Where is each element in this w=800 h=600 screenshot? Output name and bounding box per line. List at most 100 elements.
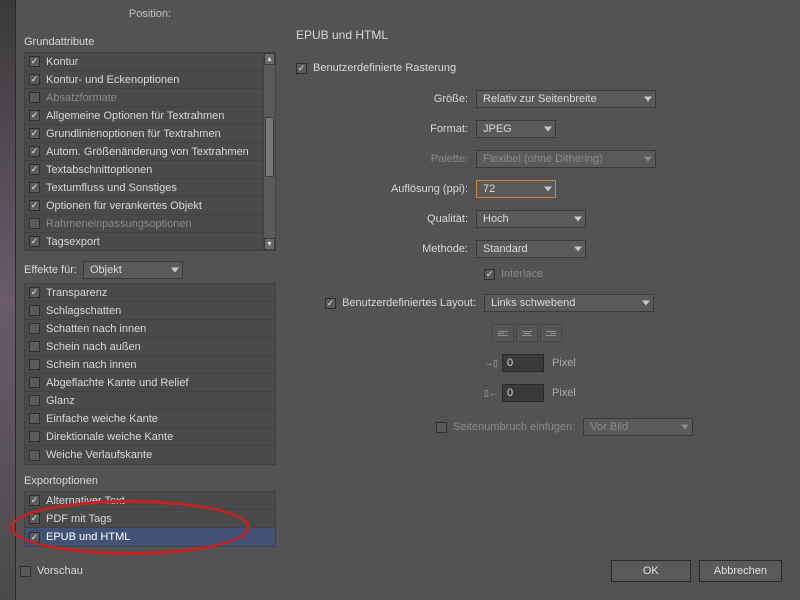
list-item-checkbox[interactable] (29, 287, 40, 298)
effekte-dropdown[interactable]: Objekt (83, 261, 183, 279)
scroll-thumb[interactable] (265, 117, 274, 177)
resolution-dropdown[interactable]: 72 (476, 180, 556, 198)
list-item-checkbox[interactable] (29, 110, 40, 121)
pagebreak-value: Vor Bild (590, 421, 628, 433)
layout-dropdown[interactable]: Links schwebend (484, 294, 654, 312)
layout-checkbox[interactable] (325, 298, 336, 309)
list-item[interactable]: Tagsexport (25, 233, 263, 251)
list-item-checkbox[interactable] (29, 146, 40, 157)
list-item-label: Schein nach außen (46, 341, 141, 353)
quality-dropdown[interactable]: Hoch (476, 210, 586, 228)
list-item-checkbox[interactable] (29, 377, 40, 388)
position-label: Position: (24, 8, 276, 20)
align-center-button (516, 324, 538, 342)
format-value: JPEG (483, 123, 512, 135)
list-item-label: Direktionale weiche Kante (46, 431, 173, 443)
list-item-label: Rahmeneinpassungsoptionen (46, 218, 192, 230)
rasterung-checkbox-row[interactable]: Benutzerdefinierte Rasterung (296, 62, 790, 74)
list-item-checkbox[interactable] (29, 532, 40, 543)
list-item-label: Transparenz (46, 287, 107, 299)
list-item[interactable]: Weiche Verlaufskante (25, 446, 275, 464)
list-item[interactable]: Abgeflachte Kante und Relief (25, 374, 275, 392)
list-item-checkbox[interactable] (29, 431, 40, 442)
list-item-checkbox[interactable] (29, 128, 40, 139)
interlace-checkbox-row: Interlace (484, 268, 790, 280)
list-item-checkbox[interactable] (29, 218, 40, 229)
pixel-label: Pixel (552, 357, 576, 369)
scroll-down-button[interactable]: ▼ (264, 238, 275, 250)
scroll-up-button[interactable]: ▲ (264, 53, 275, 65)
list-item[interactable]: Schein nach innen (25, 356, 275, 374)
list-item[interactable]: PDF mit Tags (25, 510, 275, 528)
list-item-label: EPUB und HTML (46, 531, 130, 543)
list-item-checkbox[interactable] (29, 323, 40, 334)
list-item[interactable]: Allgemeine Optionen für Textrahmen (25, 107, 263, 125)
list-item[interactable]: Transparenz (25, 284, 275, 302)
list-item[interactable]: Textabschnittoptionen (25, 161, 263, 179)
format-label: Format: (296, 123, 476, 135)
exportoptionen-title: Exportoptionen (24, 475, 276, 487)
method-dropdown[interactable]: Standard (476, 240, 586, 258)
layout-label: Benutzerdefiniertes Layout: (342, 297, 476, 309)
pagebreak-label: Seitenumbruch einfügen: (453, 421, 575, 433)
list-item[interactable]: Kontur (25, 53, 263, 71)
resolution-label: Auflösung (ppi): (296, 183, 476, 195)
list-item-checkbox[interactable] (29, 92, 40, 103)
list-item-checkbox[interactable] (29, 305, 40, 316)
cancel-button[interactable]: Abbrechen (699, 560, 782, 582)
spacing-bottom-input[interactable]: 0 (502, 384, 544, 402)
list-item-label: Textabschnittoptionen (46, 164, 152, 176)
list-item[interactable]: Kontur- und Eckenoptionen (25, 71, 263, 89)
list-item-checkbox[interactable] (29, 236, 40, 247)
list-item[interactable]: Grundlinienoptionen für Textrahmen (25, 125, 263, 143)
pagebreak-dropdown: Vor Bild (583, 418, 693, 436)
spacing-bottom-icon: ▯← (484, 388, 498, 399)
list-item[interactable]: Schlagschatten (25, 302, 275, 320)
list-item-label: Grundlinienoptionen für Textrahmen (46, 128, 221, 140)
list-item-label: Alternativer Text (46, 495, 125, 507)
list-item-checkbox[interactable] (29, 495, 40, 506)
list-item-checkbox[interactable] (29, 395, 40, 406)
effekte-value: Objekt (90, 264, 122, 276)
scrollbar[interactable]: ▲ ▼ (263, 53, 275, 250)
list-item-checkbox[interactable] (29, 164, 40, 175)
list-item[interactable]: Absatzformate (25, 89, 263, 107)
list-item[interactable]: Autom. Größenänderung von Textrahmen (25, 143, 263, 161)
list-item-label: Schlagschatten (46, 305, 121, 317)
rasterung-checkbox[interactable] (296, 63, 307, 74)
quality-value: Hoch (483, 213, 509, 225)
list-item-checkbox[interactable] (29, 74, 40, 85)
list-item[interactable]: Schein nach außen (25, 338, 275, 356)
list-item-checkbox[interactable] (29, 182, 40, 193)
list-item-checkbox[interactable] (29, 450, 40, 461)
method-value: Standard (483, 243, 528, 255)
list-item[interactable]: Textumfluss und Sonstiges (25, 179, 263, 197)
spacing-top-input[interactable]: 0 (502, 354, 544, 372)
list-item[interactable]: Rahmeneinpassungsoptionen (25, 215, 263, 233)
list-item-checkbox[interactable] (29, 341, 40, 352)
list-item[interactable]: Optionen für verankertes Objekt (25, 197, 263, 215)
list-item[interactable]: Schatten nach innen (25, 320, 275, 338)
ok-button[interactable]: OK (611, 560, 691, 582)
format-dropdown[interactable]: JPEG (476, 120, 556, 138)
list-item-label: Einfache weiche Kante (46, 413, 158, 425)
effekte-label: Effekte für: (24, 264, 77, 276)
list-item[interactable]: Glanz (25, 392, 275, 410)
list-item-label: Allgemeine Optionen für Textrahmen (46, 110, 224, 122)
layout-value: Links schwebend (491, 297, 575, 309)
size-label: Größe: (296, 93, 476, 105)
list-item[interactable]: EPUB und HTML (25, 528, 275, 546)
grundattribute-title: Grundattribute (24, 36, 276, 48)
list-item-checkbox[interactable] (29, 359, 40, 370)
vorschau-checkbox[interactable] (20, 566, 31, 577)
list-item-checkbox[interactable] (29, 513, 40, 524)
list-item[interactable]: Direktionale weiche Kante (25, 428, 275, 446)
list-item-checkbox[interactable] (29, 56, 40, 67)
list-item-label: Weiche Verlaufskante (46, 449, 152, 461)
palette-label: Palette: (296, 153, 476, 165)
list-item[interactable]: Alternativer Text (25, 492, 275, 510)
list-item-checkbox[interactable] (29, 200, 40, 211)
list-item[interactable]: Einfache weiche Kante (25, 410, 275, 428)
list-item-checkbox[interactable] (29, 413, 40, 424)
size-dropdown[interactable]: Relativ zur Seitenbreite (476, 90, 656, 108)
